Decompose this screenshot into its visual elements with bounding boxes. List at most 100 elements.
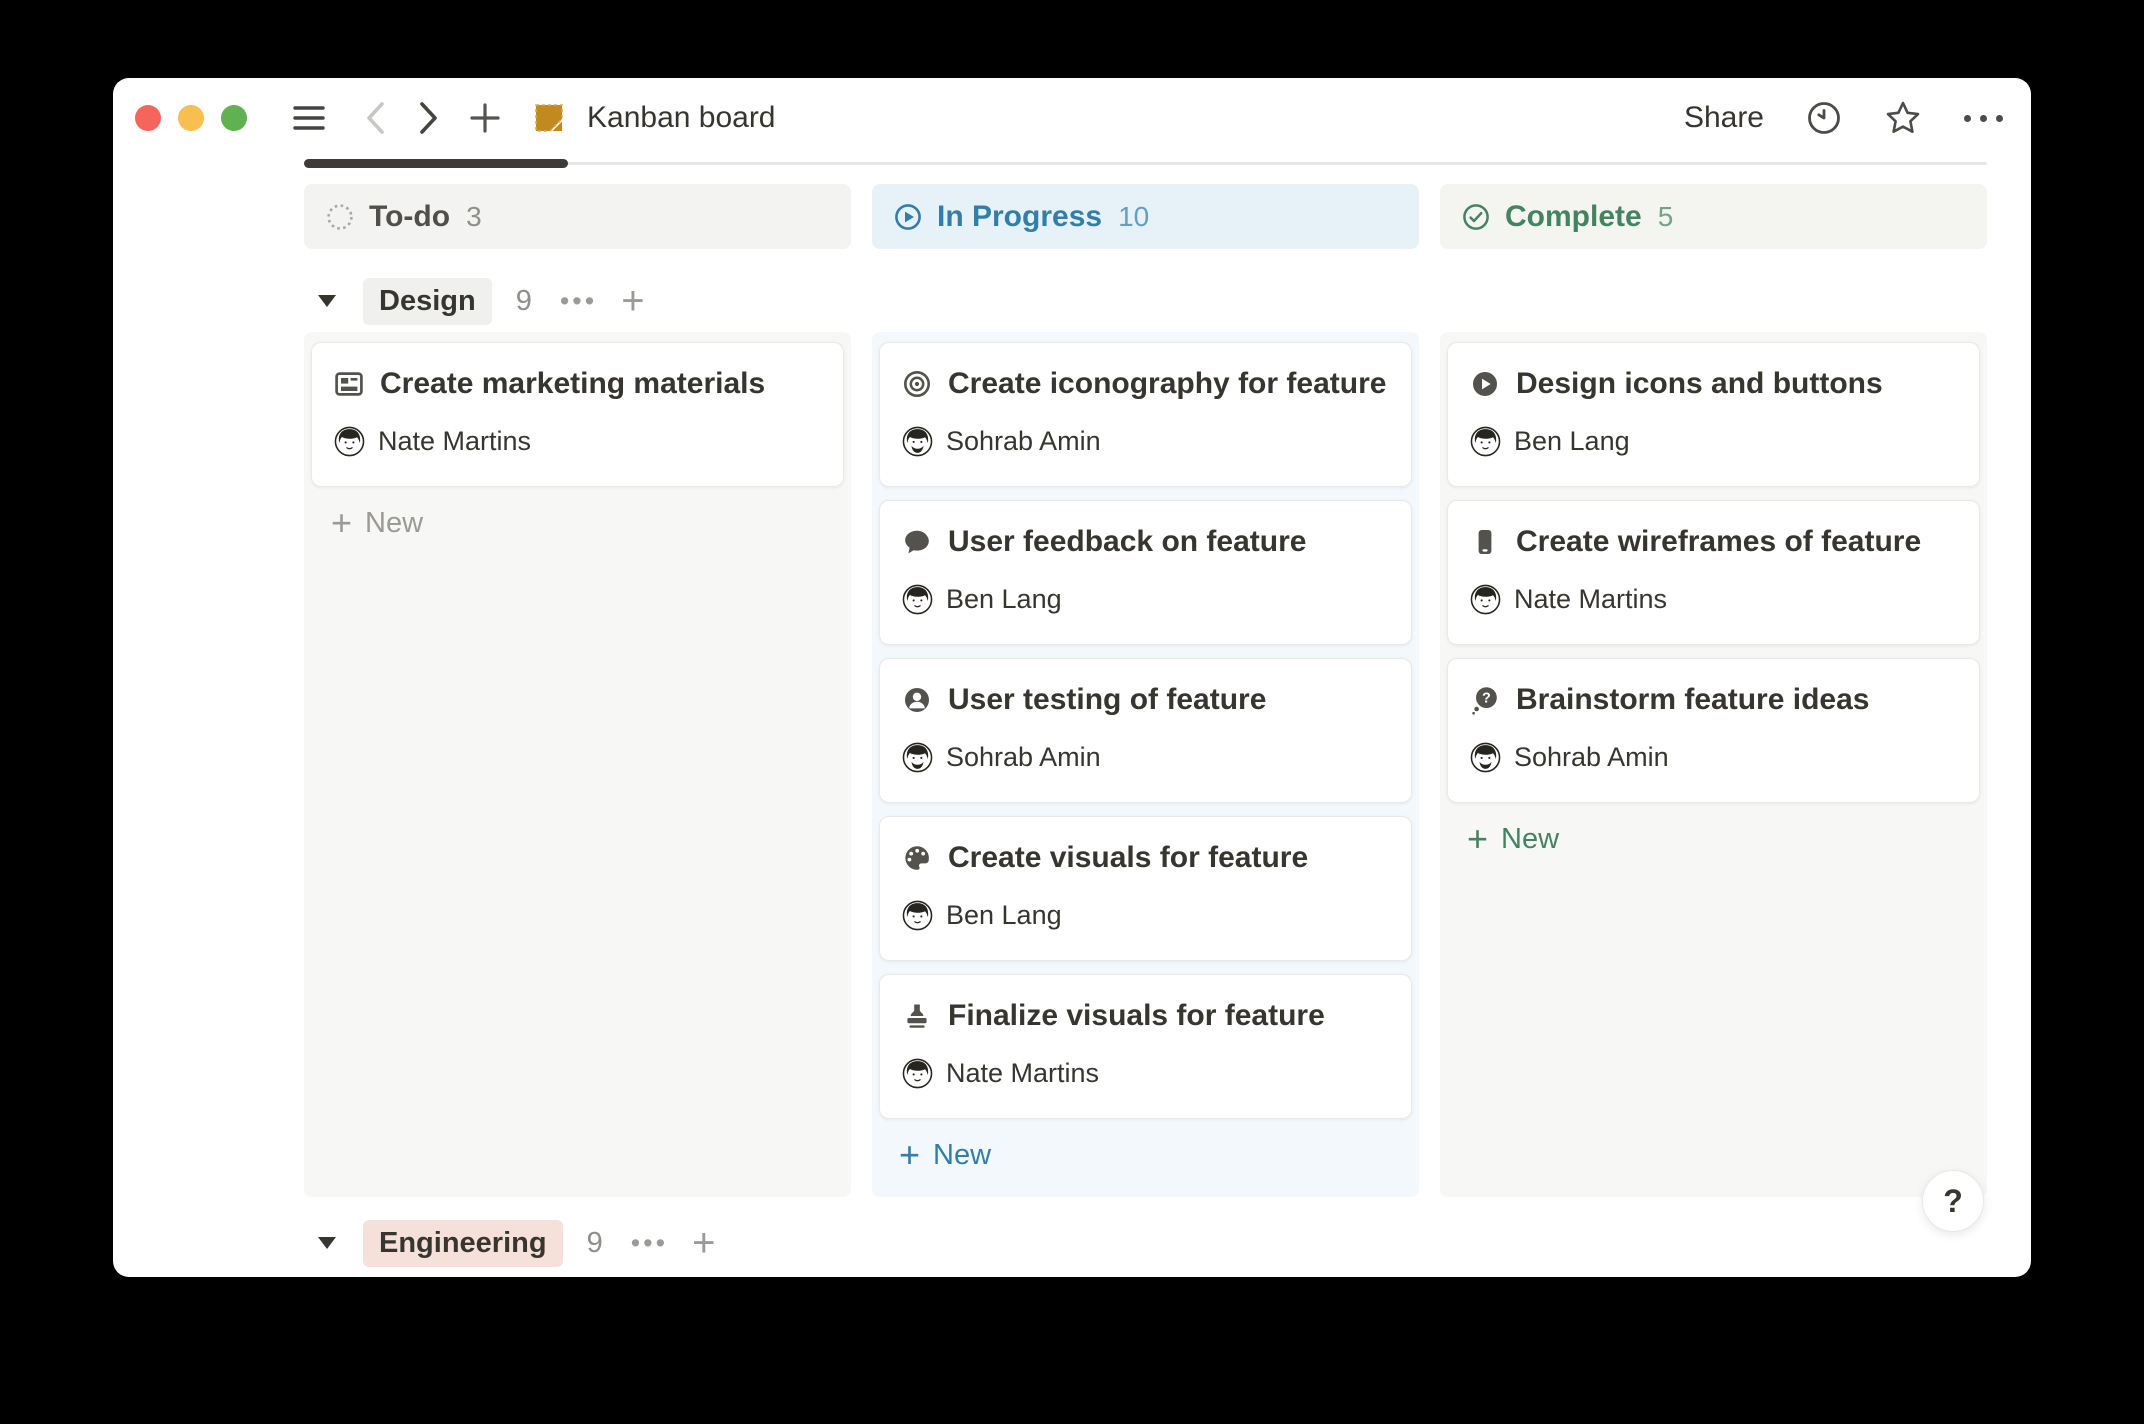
app-window: Kanban board Share — [113, 78, 2031, 1277]
status-label: In Progress — [937, 200, 1102, 234]
assignee-name: Nate Martins — [1514, 584, 1667, 615]
traffic-lights — [135, 105, 247, 131]
assignee-name: Ben Lang — [1514, 426, 1630, 457]
status-label: Complete — [1505, 200, 1642, 234]
add-icon[interactable]: + — [621, 281, 644, 321]
status-count: 5 — [1658, 201, 1674, 233]
assignee-name: Ben Lang — [946, 584, 1062, 615]
board-columns: Create marketing materials Nate Martins — [304, 332, 1987, 1197]
card-title: User feedback on feature — [948, 525, 1306, 559]
clock-icon[interactable] — [1806, 100, 1842, 136]
assignee-name: Nate Martins — [378, 426, 531, 457]
status-count: 3 — [466, 201, 482, 233]
assignee-name: Sohrab Amin — [946, 742, 1101, 773]
card[interactable]: Create marketing materials Nate Martins — [311, 342, 844, 487]
ellipsis-icon[interactable] — [1964, 115, 2003, 122]
group-count: 9 — [587, 1227, 603, 1260]
new-card-button[interactable]: + New — [1447, 816, 1980, 862]
card[interactable]: Design icons and buttons Ben Lang — [1447, 342, 1980, 487]
plus-icon: + — [899, 1137, 920, 1173]
group-label[interactable]: Engineering — [363, 1220, 563, 1267]
close-button[interactable] — [135, 105, 161, 131]
stamp-icon — [902, 1001, 932, 1031]
plus-icon: + — [331, 505, 352, 541]
page-icon — [531, 100, 567, 136]
dashed-circle-icon — [325, 202, 355, 232]
group-header-engineering: Engineering 9 ••• + — [304, 1218, 1987, 1268]
minimize-button[interactable] — [178, 105, 204, 131]
collapse-triangle-icon[interactable] — [318, 1237, 336, 1249]
avatar — [1470, 584, 1501, 615]
avatar — [334, 426, 365, 457]
avatar — [902, 584, 933, 615]
column-in-progress: Create iconography for feature — [872, 332, 1419, 1197]
column-todo: Create marketing materials Nate Martins — [304, 332, 851, 1197]
avatar — [902, 1058, 933, 1089]
help-button[interactable]: ? — [1922, 1170, 1984, 1232]
column-header-in-progress[interactable]: In Progress 10 — [872, 184, 1419, 249]
thought-question-icon: ? — [1470, 685, 1500, 715]
horizontal-scrollbar[interactable] — [304, 162, 1987, 165]
status-headers: To-do 3 In Progress 10 — [304, 184, 1987, 249]
new-card-button[interactable]: + New — [311, 500, 844, 546]
newspaper-icon — [334, 369, 364, 399]
group-header-design: Design 9 ••• + — [304, 276, 1987, 326]
play-circle-icon — [1470, 369, 1500, 399]
card[interactable]: User feedback on feature Ben Lang — [879, 500, 1412, 645]
card-title: Finalize visuals for feature — [948, 999, 1325, 1033]
card-title: Design icons and buttons — [1516, 367, 1883, 401]
hamburger-icon[interactable] — [293, 104, 325, 132]
assignee-name: Sohrab Amin — [946, 426, 1101, 457]
new-card-button[interactable]: + New — [879, 1132, 1412, 1178]
more-icon[interactable]: ••• — [631, 1228, 668, 1259]
column-complete: Design icons and buttons Ben Lang — [1440, 332, 1987, 1197]
share-button[interactable]: Share — [1684, 101, 1764, 135]
card-title: User testing of feature — [948, 683, 1266, 717]
mobile-phone-icon — [1470, 527, 1500, 557]
kanban-board: To-do 3 In Progress 10 — [304, 184, 1987, 1268]
group-label[interactable]: Design — [363, 278, 492, 325]
back-chevron-icon[interactable] — [363, 101, 387, 135]
column-header-complete[interactable]: Complete 5 — [1440, 184, 1987, 249]
avatar — [902, 900, 933, 931]
add-icon[interactable]: + — [692, 1223, 715, 1263]
forward-chevron-icon[interactable] — [417, 101, 441, 135]
page-title: Kanban board — [587, 101, 776, 135]
user-circle-icon — [902, 685, 932, 715]
card[interactable]: Finalize visuals for feature Nate Martin… — [879, 974, 1412, 1119]
palette-icon — [902, 843, 932, 873]
card-title: Create wireframes of feature — [1516, 525, 1921, 559]
avatar — [902, 742, 933, 773]
card[interactable]: ? Brainstorm feature ideas — [1447, 658, 1980, 803]
column-header-todo[interactable]: To-do 3 — [304, 184, 851, 249]
avatar — [902, 426, 933, 457]
star-icon[interactable] — [1884, 100, 1922, 136]
collapse-triangle-icon[interactable] — [318, 295, 336, 307]
card-title: Create marketing materials — [380, 367, 765, 401]
card[interactable]: Create visuals for feature Ben Lang — [879, 816, 1412, 961]
check-circle-icon — [1461, 202, 1491, 232]
bullseye-icon — [902, 369, 932, 399]
card[interactable]: Create iconography for feature — [879, 342, 1412, 487]
assignee-name: Sohrab Amin — [1514, 742, 1669, 773]
group-count: 9 — [516, 285, 532, 318]
zoom-button[interactable] — [221, 105, 247, 131]
card[interactable]: Create wireframes of feature Nate Martin… — [1447, 500, 1980, 645]
titlebar: Kanban board Share — [113, 78, 2031, 158]
avatar — [1470, 742, 1501, 773]
play-circle-outline-icon — [893, 202, 923, 232]
status-count: 10 — [1118, 201, 1149, 233]
card[interactable]: User testing of feature S — [879, 658, 1412, 803]
svg-text:?: ? — [1482, 691, 1491, 707]
card-title: Create iconography for feature — [948, 367, 1386, 401]
card-title: Brainstorm feature ideas — [1516, 683, 1869, 717]
plus-icon[interactable] — [469, 102, 501, 134]
more-icon[interactable]: ••• — [560, 286, 597, 317]
speech-bubble-icon — [902, 527, 932, 557]
plus-icon: + — [1467, 821, 1488, 857]
assignee-name: Nate Martins — [946, 1058, 1099, 1089]
status-label: To-do — [369, 200, 450, 234]
avatar — [1470, 426, 1501, 457]
scrollbar-thumb[interactable] — [304, 159, 568, 168]
card-title: Create visuals for feature — [948, 841, 1308, 875]
